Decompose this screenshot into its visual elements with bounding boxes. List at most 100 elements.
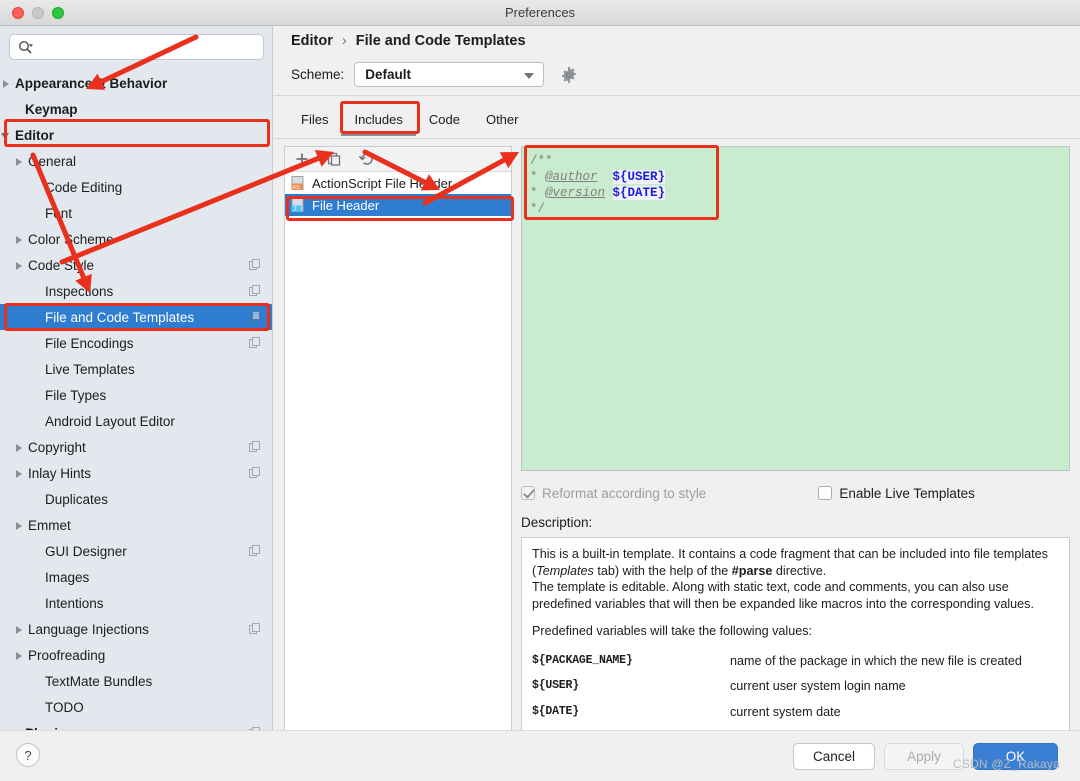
sidebar-item-label: Keymap bbox=[25, 101, 78, 117]
revert-icon[interactable] bbox=[358, 151, 374, 167]
sidebar-item-code-editing[interactable]: Code Editing bbox=[0, 174, 272, 200]
tab-code[interactable]: Code bbox=[416, 106, 473, 136]
code-comment-prefix: * bbox=[530, 186, 546, 200]
chevron-right-icon[interactable] bbox=[13, 155, 26, 168]
sidebar-item-intentions[interactable]: Intentions bbox=[0, 590, 272, 616]
sidebar-item-file-types[interactable]: File Types bbox=[0, 382, 272, 408]
enable-live-templates-label: Enable Live Templates bbox=[839, 485, 975, 501]
template-list-toolbar bbox=[285, 147, 511, 172]
sidebar-item-duplicates[interactable]: Duplicates bbox=[0, 486, 272, 512]
template-options-row: Reformat according to style Enable Live … bbox=[521, 481, 1070, 505]
chevron-right-icon[interactable] bbox=[0, 77, 13, 90]
sidebar-item-general[interactable]: General bbox=[0, 148, 272, 174]
breadcrumb-root[interactable]: Editor bbox=[291, 33, 333, 49]
sidebar-item-label: File Types bbox=[45, 387, 107, 403]
sidebar-item-file-and-code-templates[interactable]: File and Code Templates bbox=[0, 304, 272, 330]
search-field-wrapper bbox=[9, 34, 264, 60]
desc-p1-b: tab) with the help of the bbox=[593, 563, 732, 578]
sidebar-item-label: File Encodings bbox=[45, 335, 134, 351]
sidebar-item-color-scheme[interactable]: Color Scheme bbox=[0, 226, 272, 252]
description-paragraph-2: The template is editable. Along with sta… bbox=[532, 580, 1034, 611]
code-comment-prefix: * bbox=[530, 170, 546, 184]
sidebar-item-label: Copyright bbox=[28, 439, 86, 455]
sidebar-item-font[interactable]: Font bbox=[0, 200, 272, 226]
copy-badge-icon bbox=[249, 259, 261, 271]
sidebar-item-label: Editor bbox=[15, 127, 54, 143]
chevron-right-icon[interactable] bbox=[13, 233, 26, 246]
enable-live-templates-group: Enable Live Templates bbox=[818, 486, 975, 501]
enable-live-templates-checkbox[interactable] bbox=[818, 486, 833, 500]
sidebar-item-copyright[interactable]: Copyright bbox=[0, 434, 272, 460]
chevron-down-icon bbox=[524, 73, 535, 79]
copy-badge-icon bbox=[249, 441, 261, 453]
sidebar-item-language-injections[interactable]: Language Injections bbox=[0, 616, 272, 642]
table-row: ${USER} current user system login name bbox=[532, 674, 1059, 700]
apply-button[interactable]: Apply bbox=[884, 743, 964, 770]
sidebar-item-label: Appearance & Behavior bbox=[15, 75, 168, 91]
sidebar-item-label: Android Layout Editor bbox=[45, 413, 175, 429]
scheme-value: Default bbox=[365, 67, 412, 82]
reformat-checkbox[interactable] bbox=[521, 486, 535, 500]
sidebar-item-inspections[interactable]: Inspections bbox=[0, 278, 272, 304]
template-code-editor[interactable]: /** * @author ${USER} * @version ${DATE} */ bbox=[521, 146, 1070, 471]
sidebar-item-proofreading[interactable]: Proofreading bbox=[0, 642, 272, 668]
sidebar-item-images[interactable]: Images bbox=[0, 564, 272, 590]
breadcrumb-leaf: File and Code Templates bbox=[355, 33, 526, 49]
search-input[interactable] bbox=[38, 35, 258, 59]
chevron-right-icon[interactable] bbox=[13, 467, 26, 480]
sidebar-item-file-encodings[interactable]: File Encodings bbox=[0, 330, 272, 356]
variable-name: ${USER} bbox=[532, 679, 579, 692]
plus-icon[interactable] bbox=[294, 151, 310, 167]
cancel-button[interactable]: Cancel bbox=[793, 743, 875, 770]
sidebar-item-editor[interactable]: Editor bbox=[0, 122, 272, 148]
sidebar-item-textmate-bundles[interactable]: TextMate Bundles bbox=[0, 668, 272, 694]
scheme-label: Scheme: bbox=[291, 67, 345, 82]
chevron-right-icon[interactable] bbox=[13, 649, 26, 662]
tab-includes[interactable]: Includes bbox=[341, 106, 416, 136]
chevron-right-icon[interactable] bbox=[13, 259, 26, 272]
copy-badge-icon bbox=[249, 337, 261, 349]
template-variable: ${DATE} bbox=[612, 186, 666, 200]
list-item[interactable]: AS ActionScript File Header bbox=[285, 172, 511, 194]
sidebar-item-appearance-behavior[interactable]: Appearance & Behavior bbox=[0, 70, 272, 96]
copy-badge-icon bbox=[249, 623, 261, 635]
chevron-right-icon[interactable] bbox=[13, 441, 26, 454]
predefined-variables-table: ${PACKAGE_NAME} name of the package in wh… bbox=[532, 649, 1059, 726]
help-button[interactable]: ? bbox=[16, 743, 40, 767]
tab-files[interactable]: Files bbox=[288, 106, 341, 136]
gear-icon[interactable] bbox=[560, 66, 578, 84]
variables-intro: Predefined variables will take the follo… bbox=[532, 624, 813, 638]
sidebar-item-plugins[interactable]: Plugins bbox=[0, 720, 272, 730]
actionscript-file-icon: AS bbox=[291, 175, 306, 191]
tab-other[interactable]: Other bbox=[473, 106, 532, 136]
desc-p1-c: directive. bbox=[772, 563, 827, 578]
sidebar-item-todo[interactable]: TODO bbox=[0, 694, 272, 720]
sidebar-item-keymap[interactable]: Keymap bbox=[0, 96, 272, 122]
list-item[interactable]: J File Header bbox=[285, 194, 511, 216]
sidebar-item-label: Images bbox=[45, 569, 90, 585]
sidebar-item-label: Inlay Hints bbox=[28, 465, 92, 481]
sidebar-item-inlay-hints[interactable]: Inlay Hints bbox=[0, 460, 272, 486]
variable-meaning: name of the package in which the new fil… bbox=[730, 653, 1022, 668]
copy-icon[interactable] bbox=[326, 151, 342, 167]
search-box[interactable] bbox=[9, 34, 264, 60]
window-title: Preferences bbox=[504, 5, 576, 20]
header-divider bbox=[274, 95, 1080, 96]
sidebar-item-label: General bbox=[28, 153, 77, 169]
chevron-right-icon[interactable] bbox=[13, 623, 26, 636]
chevron-right-icon[interactable] bbox=[13, 519, 26, 532]
sidebar-item-live-templates[interactable]: Live Templates bbox=[0, 356, 272, 382]
sidebar-item-code-style[interactable]: Code Style bbox=[0, 252, 272, 278]
scheme-dropdown[interactable]: Default bbox=[354, 62, 545, 87]
chevron-down-icon[interactable] bbox=[0, 129, 13, 142]
sidebar-item-label: Code Style bbox=[28, 257, 95, 273]
sidebar-item-gui-designer[interactable]: GUI Designer bbox=[0, 538, 272, 564]
sidebar-item-emmet[interactable]: Emmet bbox=[0, 512, 272, 538]
svg-text:J: J bbox=[293, 207, 296, 213]
template-list-panel: AS ActionScript File Header J File Header bbox=[284, 146, 512, 746]
sidebar-item-android-layout-editor[interactable]: Android Layout Editor bbox=[0, 408, 272, 434]
